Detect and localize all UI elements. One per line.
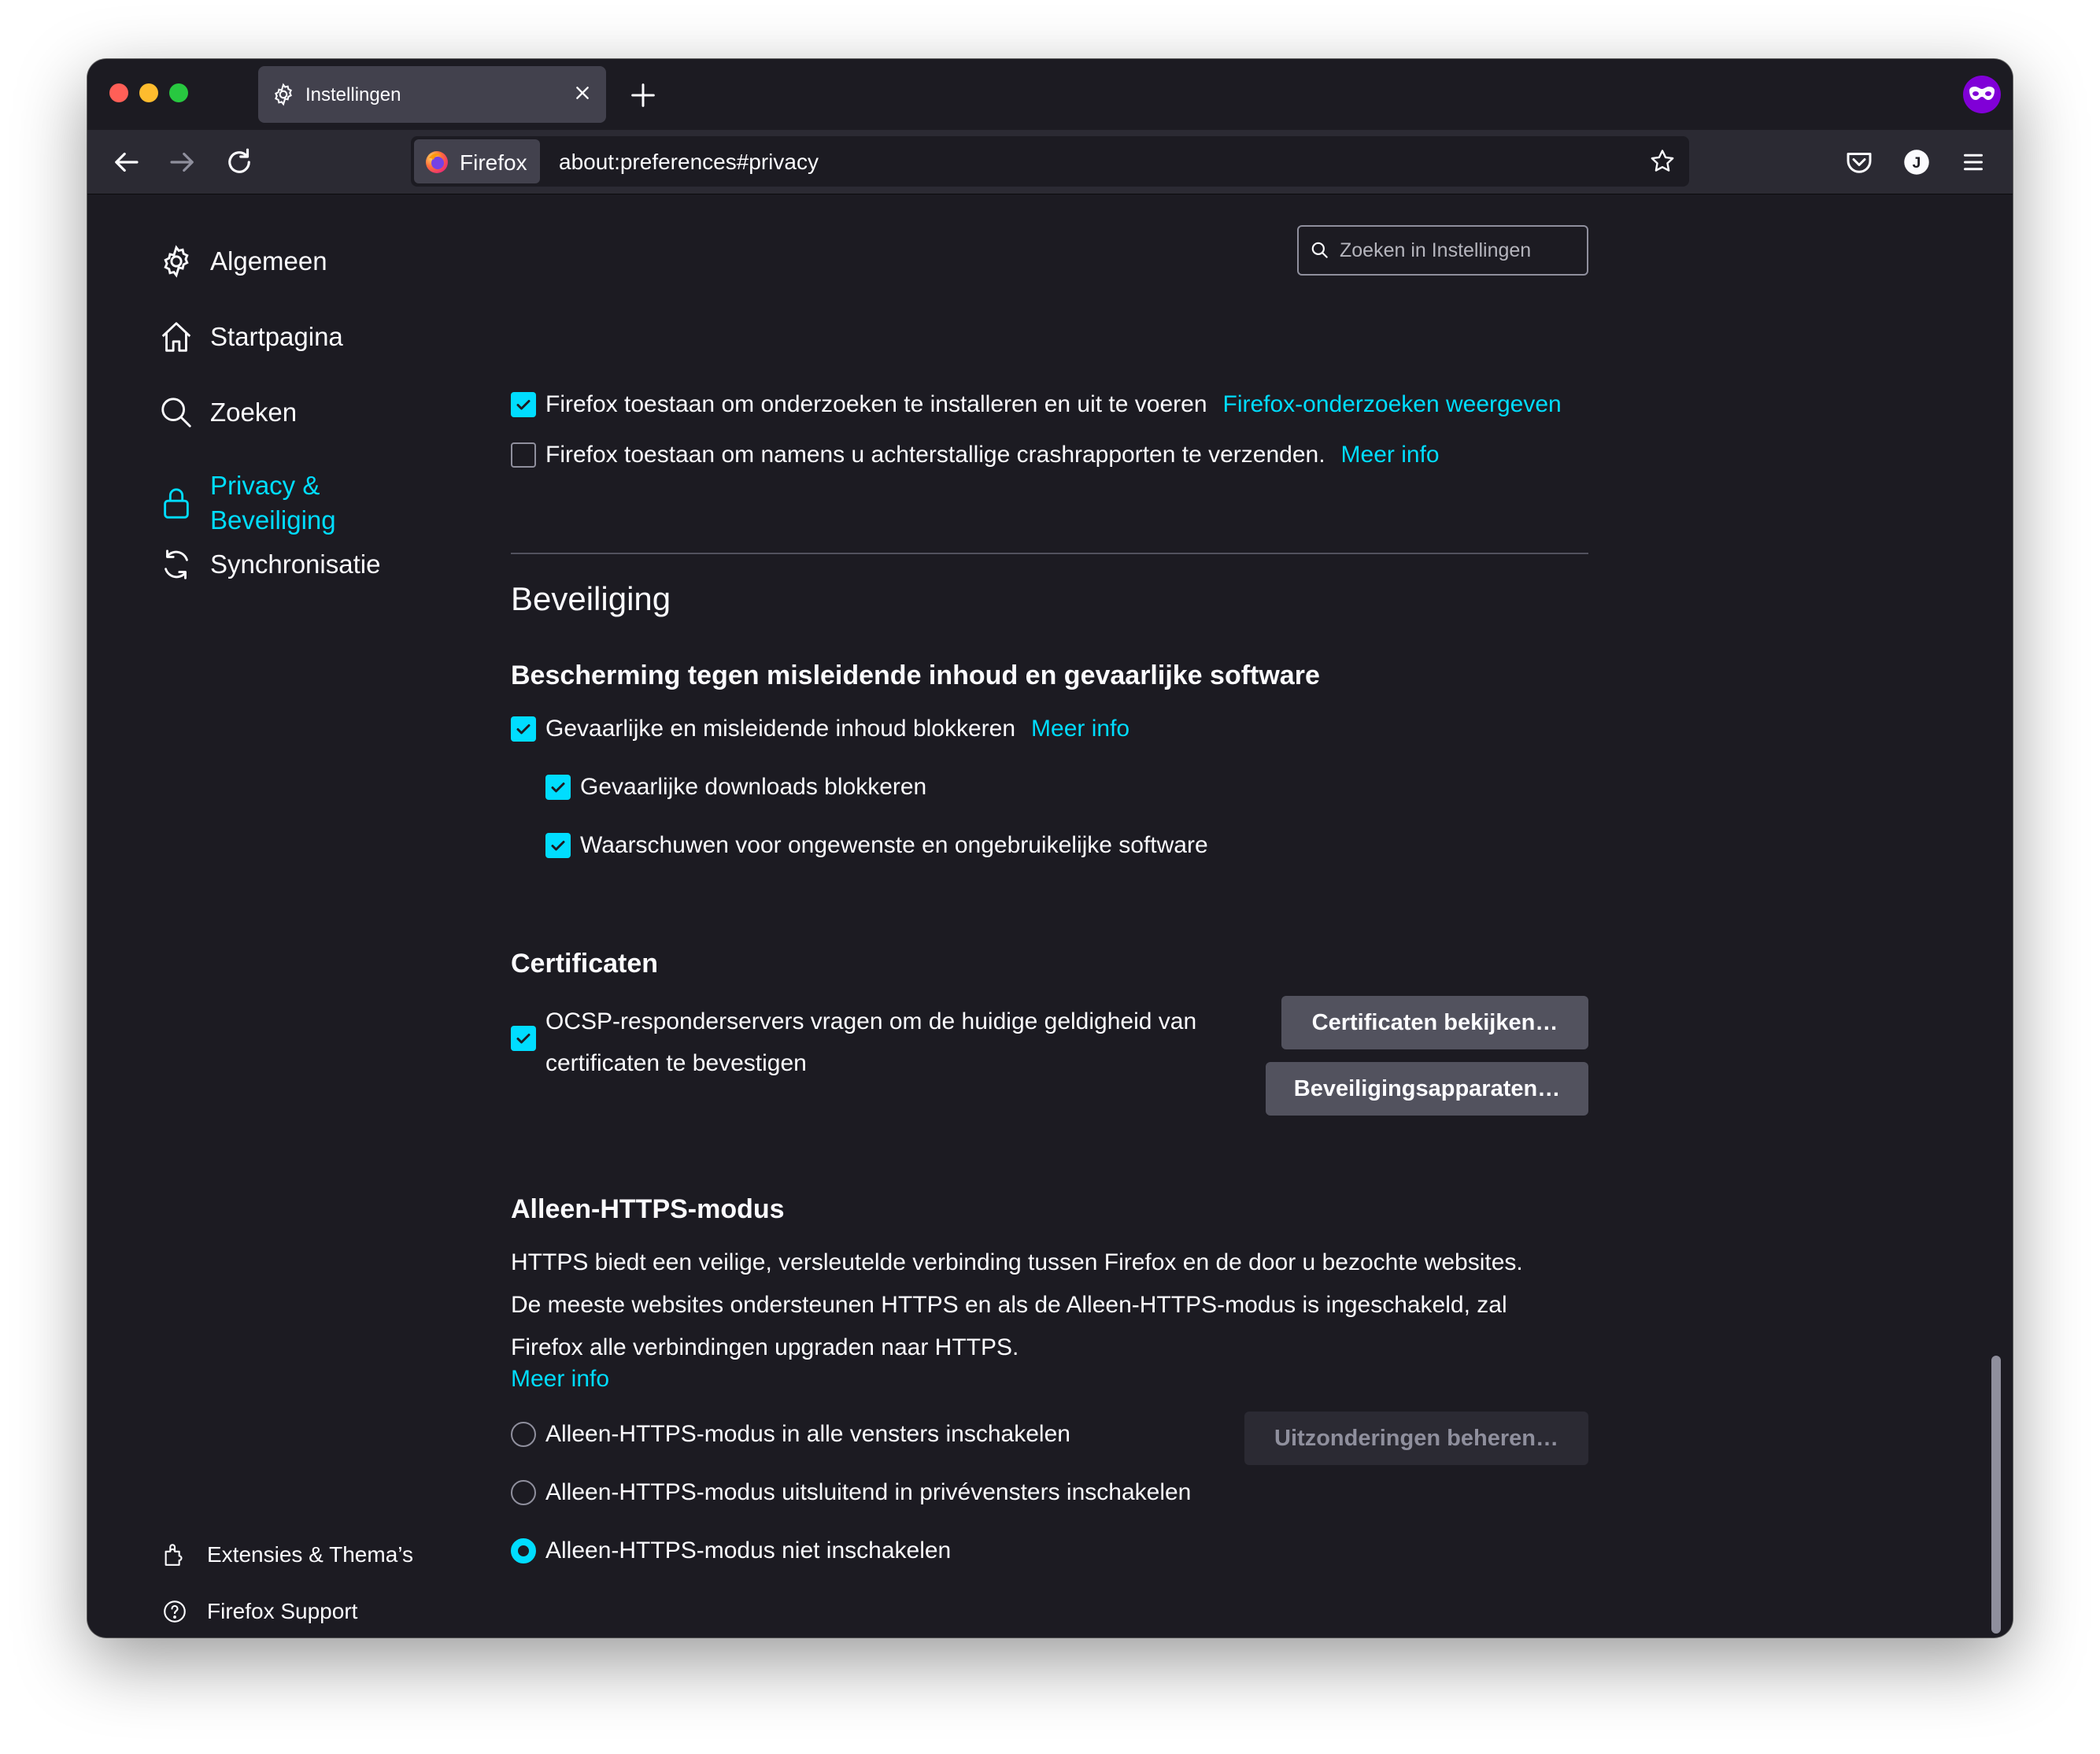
block-downloads-row: Gevaarlijke downloads blokkeren: [545, 774, 926, 801]
navigation-toolbar: Firefox about:preferences#privacy J: [87, 130, 2013, 194]
puzzle-icon: [165, 1544, 183, 1566]
forward-arrow-icon[interactable]: [166, 146, 199, 179]
new-tab-icon[interactable]: [627, 80, 659, 111]
home-icon: [161, 322, 191, 352]
sidebar-item-label-line1: Privacy &: [210, 471, 320, 500]
sidebar-item-search[interactable]: Zoeken: [158, 394, 297, 431]
block-dangerous-label[interactable]: Gevaarlijke en misleidende inhoud blokke…: [545, 716, 1015, 742]
https-only-heading: Alleen-HTTPS-modus: [511, 1194, 785, 1224]
crash-reports-label[interactable]: Firefox toestaan om namens u achterstall…: [545, 442, 1325, 468]
studies-checkbox[interactable]: [511, 392, 536, 417]
https-option-label[interactable]: Alleen-HTTPS-modus niet inschakelen: [545, 1538, 951, 1564]
https-option-disabled[interactable]: Alleen-HTTPS-modus niet inschakelen: [511, 1538, 951, 1564]
address-bar[interactable]: Firefox about:preferences#privacy: [411, 136, 1689, 187]
pocket-icon[interactable]: [1843, 146, 1876, 179]
identity-box[interactable]: Firefox: [414, 139, 540, 183]
preferences-content: Algemeen Startpagina Zoeken Privacy & Be…: [87, 194, 2013, 1637]
manage-exceptions-button[interactable]: Uitzonderingen beheren…: [1244, 1412, 1588, 1465]
back-arrow-icon[interactable]: [109, 146, 142, 179]
title-bar: Instellingen: [87, 59, 2013, 130]
block-downloads-label[interactable]: Gevaarlijke downloads blokkeren: [580, 774, 926, 801]
https-option-all-windows[interactable]: Alleen-HTTPS-modus in alle vensters insc…: [511, 1421, 1070, 1448]
https-desc-line3: Firefox alle verbindingen upgraden naar …: [511, 1334, 1019, 1360]
sidebar-item-label: Zoeken: [210, 398, 298, 427]
section-divider: [511, 553, 1588, 554]
studies-row: Firefox toestaan om onderzoeken te insta…: [511, 391, 1562, 418]
protection-heading: Bescherming tegen misleidende inhoud en …: [511, 661, 1320, 690]
sidebar-item-privacy[interactable]: Privacy & Beveiliging: [158, 468, 336, 538]
sidebar-item-label-line2: Beveiliging: [210, 505, 336, 535]
warn-unwanted-row: Waarschuwen voor ongewenste en ongebruik…: [545, 832, 1208, 859]
gear-icon: [275, 83, 292, 106]
settings-search[interactable]: [1297, 225, 1588, 276]
bookmark-star-icon[interactable]: [1648, 147, 1677, 176]
https-desc-line2: De meeste websites ondersteunen HTTPS en…: [511, 1292, 1507, 1318]
warn-unwanted-checkbox[interactable]: [545, 833, 571, 858]
account-avatar-icon[interactable]: J: [1900, 146, 1933, 179]
crash-reports-row: Firefox toestaan om namens u achterstall…: [511, 442, 1440, 468]
block-downloads-checkbox[interactable]: [545, 775, 571, 800]
search-icon: [161, 398, 191, 427]
security-section-title: Beveiliging: [511, 580, 671, 617]
support-link-label: Firefox Support: [207, 1599, 358, 1623]
content-scrollbar[interactable]: [1991, 1356, 2001, 1634]
https-option-private-only[interactable]: Alleen-HTTPS-modus uitsluitend in privév…: [511, 1479, 1191, 1506]
lock-icon: [164, 488, 189, 519]
tab-settings[interactable]: Instellingen: [258, 66, 606, 123]
certificates-heading: Certificaten: [511, 949, 659, 979]
close-tab-icon[interactable]: [570, 80, 595, 105]
block-dangerous-row: Gevaarlijke en misleidende inhoud blokke…: [511, 716, 1129, 742]
crash-reports-checkbox[interactable]: [511, 442, 536, 468]
sync-icon: [165, 550, 188, 579]
https-all-windows-radio[interactable]: [511, 1422, 536, 1447]
ocsp-label-line2: certificaten te bevestigen: [545, 1050, 807, 1076]
zoom-window-button[interactable]: [169, 83, 188, 102]
block-dangerous-checkbox[interactable]: [511, 716, 536, 742]
sidebar-item-label: Algemeen: [210, 246, 327, 276]
gear-icon: [164, 245, 189, 278]
ocsp-label[interactable]: OCSP-responderservers vragen om de huidi…: [545, 1001, 1285, 1084]
identity-label: Firefox: [460, 150, 527, 175]
security-devices-button[interactable]: Beveiligingsapparaten…: [1266, 1062, 1588, 1116]
sidebar-item-sync[interactable]: Synchronisatie: [158, 546, 380, 583]
https-only-description: HTTPS biedt een veilige, versleutelde ve…: [511, 1241, 1588, 1369]
sidebar-link-extensions[interactable]: Extensies & Thema’s: [161, 1541, 413, 1568]
browser-window: Instellingen Firefox about:preferences#p…: [87, 59, 2013, 1637]
ocsp-checkbox[interactable]: [511, 1026, 536, 1051]
private-browsing-icon: [1963, 76, 2001, 113]
help-icon: [164, 1600, 186, 1623]
studies-label[interactable]: Firefox toestaan om onderzoeken te insta…: [545, 391, 1207, 418]
warn-unwanted-label[interactable]: Waarschuwen voor ongewenste en ongebruik…: [580, 832, 1208, 859]
crash-reports-more-info-link[interactable]: Meer info: [1341, 442, 1440, 468]
search-input[interactable]: [1340, 227, 1576, 274]
sidebar-item-label: Startpagina: [210, 322, 343, 351]
view-certificates-button[interactable]: Certificaten bekijken…: [1281, 996, 1588, 1049]
studies-link[interactable]: Firefox-onderzoeken weergeven: [1223, 391, 1562, 418]
search-icon: [1311, 242, 1328, 258]
extensions-link-label: Extensies & Thema’s: [207, 1542, 413, 1567]
https-only-more-info-link[interactable]: Meer info: [511, 1366, 609, 1393]
minimize-window-button[interactable]: [139, 83, 158, 102]
close-window-button[interactable]: [109, 83, 128, 102]
sidebar-item-general[interactable]: Algemeen: [158, 243, 327, 279]
tab-title: Instellingen: [305, 84, 401, 105]
https-private-only-radio[interactable]: [511, 1480, 536, 1505]
https-desc-line1: HTTPS biedt een veilige, versleutelde ve…: [511, 1249, 1523, 1275]
hamburger-menu-icon[interactable]: [1957, 146, 1990, 179]
url-text[interactable]: about:preferences#privacy: [559, 150, 819, 175]
sidebar-item-home[interactable]: Startpagina: [158, 319, 343, 355]
reload-icon[interactable]: [223, 146, 256, 179]
https-disabled-radio[interactable]: [511, 1538, 536, 1563]
sidebar-link-support[interactable]: Firefox Support: [161, 1598, 357, 1625]
ocsp-label-line1: OCSP-responderservers vragen om de huidi…: [545, 1008, 1197, 1034]
firefox-logo-icon: [426, 151, 448, 173]
block-dangerous-more-info-link[interactable]: Meer info: [1031, 716, 1129, 742]
sidebar-item-label: Synchronisatie: [210, 550, 381, 579]
https-option-label[interactable]: Alleen-HTTPS-modus in alle vensters insc…: [545, 1421, 1070, 1448]
https-option-label[interactable]: Alleen-HTTPS-modus uitsluitend in privév…: [545, 1479, 1191, 1506]
svg-text:J: J: [1913, 155, 1921, 172]
